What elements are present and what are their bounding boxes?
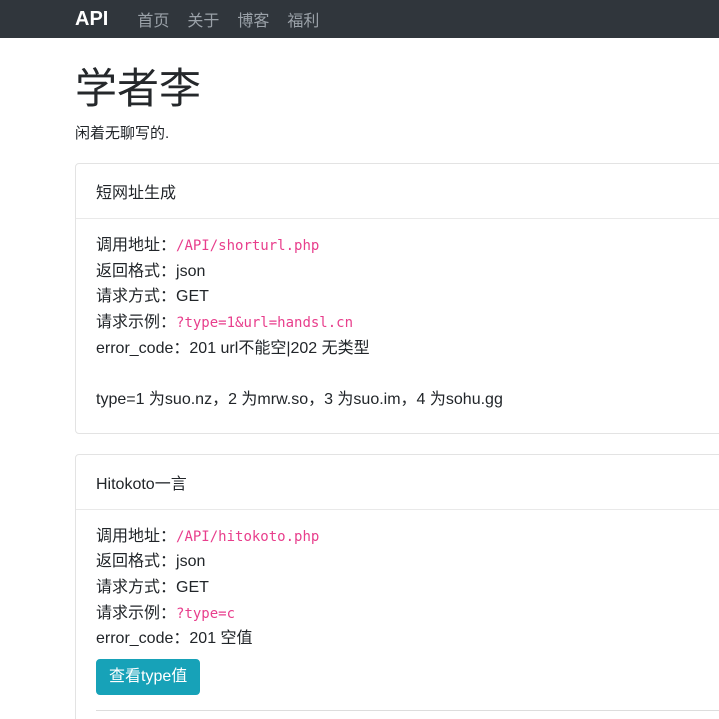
param-value: 201 空值 [189,630,252,647]
api-params: 调用地址：/API/shorturl.php返回格式：json请求方式：GET请… [96,233,719,361]
api-card-shorturl: 短网址生成 调用地址：/API/shorturl.php返回格式：json请求方… [75,163,719,434]
param-value: GET [176,579,209,596]
api-param-row: 请求方式：GET [96,284,719,310]
param-label: error_code： [96,630,189,647]
api-param-row: 调用地址：/API/hitokoto.php [96,524,719,550]
param-value: GET [176,288,209,305]
param-label: 返回格式： [96,553,176,570]
param-value: json [176,553,205,570]
param-label: error_code： [96,340,189,357]
body-divider [96,710,719,711]
navbar-nav: 首页关于博客福利 [128,7,328,31]
param-code-value: ?type=1&url=handsl.cn [176,315,353,331]
param-value: json [176,263,205,280]
page-title: 学者李 [75,66,719,112]
page-subtitle: 闲着无聊写的. [75,122,719,143]
nav-item-perks[interactable]: 福利 [278,7,328,31]
type-note: type=1 为suo.nz，2 为mrw.so，3 为suo.im，4 为so… [96,387,719,413]
param-label: 调用地址： [96,237,176,254]
nav-item-about[interactable]: 关于 [178,7,228,31]
param-label: 请求方式： [96,579,176,596]
param-label: 请求示例： [96,605,176,622]
param-code-value: /API/shorturl.php [176,238,319,254]
param-label: 调用地址： [96,528,176,545]
param-label: 请求示例： [96,314,176,331]
nav-item-home[interactable]: 首页 [128,7,178,31]
api-card-hitokoto: Hitokoto一言 调用地址：/API/hitokoto.php返回格式：js… [75,454,719,719]
navbar: API 首页关于博客福利 [0,0,719,38]
param-value: 201 url不能空|202 无类型 [189,340,369,357]
card-title: Hitokoto一言 [76,455,719,510]
param-label: 返回格式： [96,263,176,280]
api-params: 调用地址：/API/hitokoto.php返回格式：json请求方式：GET请… [96,524,719,652]
param-code-value: /API/hitokoto.php [176,529,319,545]
param-code-value: ?type=c [176,606,235,622]
api-param-row: error_code：201 空值 [96,626,719,652]
api-param-row: 请求方式：GET [96,575,719,601]
view-type-button[interactable]: 查看type值 [96,659,200,695]
nav-item-blog[interactable]: 博客 [228,7,278,31]
card-title: 短网址生成 [76,164,719,219]
api-param-row: error_code：201 url不能空|202 无类型 [96,336,719,362]
api-param-row: 调用地址：/API/shorturl.php [96,233,719,259]
card-body: 调用地址：/API/hitokoto.php返回格式：json请求方式：GET请… [76,510,719,719]
navbar-brand[interactable]: API [75,0,108,38]
main-content: 学者李 闲着无聊写的. 短网址生成 调用地址：/API/shorturl.php… [75,66,719,719]
api-param-row: 请求示例：?type=c [96,601,719,627]
card-body: 调用地址：/API/shorturl.php返回格式：json请求方式：GET请… [76,219,719,433]
api-param-row: 返回格式：json [96,549,719,575]
api-param-row: 请求示例：?type=1&url=handsl.cn [96,310,719,336]
param-label: 请求方式： [96,288,176,305]
api-param-row: 返回格式：json [96,259,719,285]
